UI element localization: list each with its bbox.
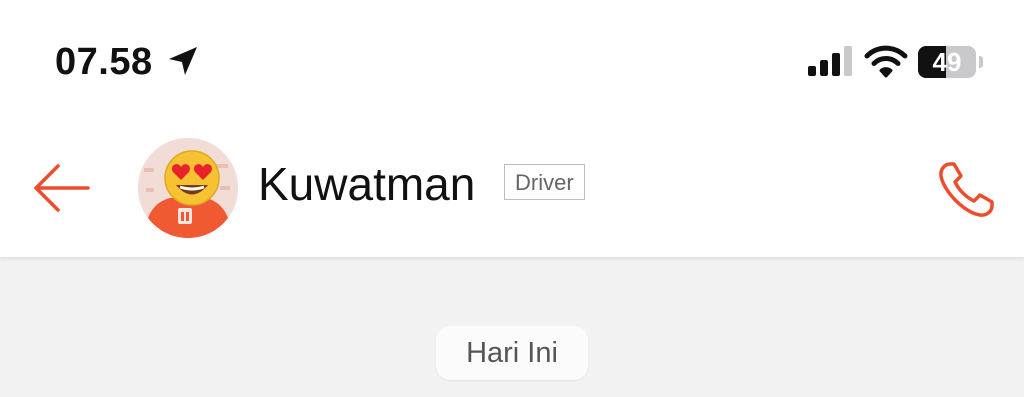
call-button[interactable] [934, 158, 998, 222]
battery-body: 49 [918, 46, 976, 78]
battery-percent: 49 [932, 47, 962, 77]
back-button[interactable] [28, 158, 94, 218]
contact-name: Kuwatman [258, 158, 476, 210]
status-time: 07.58 [55, 41, 153, 83]
location-arrow-icon [169, 47, 197, 75]
cellular-signal-icon [808, 46, 852, 76]
date-separator: Hari Ini [436, 326, 588, 380]
battery-tip [979, 56, 983, 68]
phone-icon [939, 162, 994, 217]
battery-icon: 49 [918, 46, 986, 78]
top-bar: 07.58 49 Kuwatman Driver [0, 0, 1024, 257]
wifi-icon [864, 45, 908, 78]
role-badge: Driver [504, 164, 585, 200]
arrow-left-icon [34, 164, 90, 212]
avatar-image [138, 138, 238, 238]
avatar[interactable] [138, 138, 238, 238]
